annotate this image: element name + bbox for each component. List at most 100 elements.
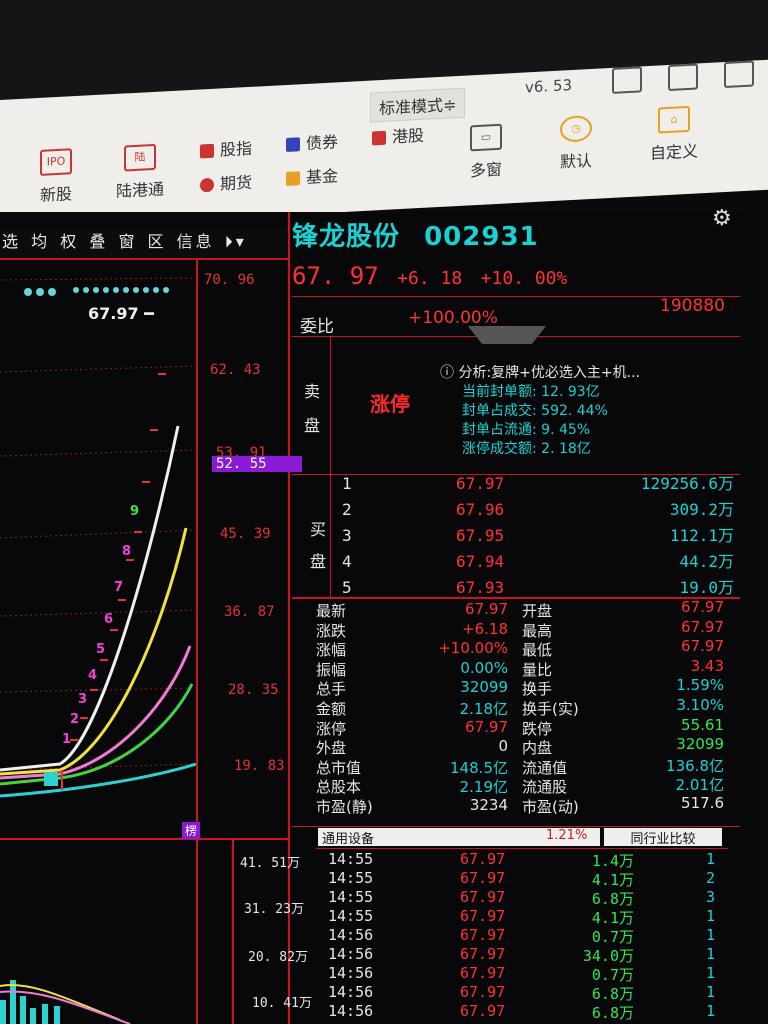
- stat-label: 金额: [316, 700, 347, 718]
- order-volume: 309.2万: [669, 500, 734, 519]
- tick-count: 1: [706, 983, 716, 1001]
- tick-count: 1: [706, 926, 716, 944]
- stock-name: 锋龙股份: [292, 222, 401, 252]
- stat-label: 量比: [522, 660, 553, 679]
- menu-window[interactable]: 窗: [118, 232, 137, 251]
- stat-label: 涨幅: [316, 641, 347, 660]
- candle: [44, 772, 58, 786]
- order-price: 67.97: [456, 474, 505, 493]
- menu-ma[interactable]: 均: [31, 232, 50, 251]
- weibi-label: 委比: [300, 317, 334, 337]
- tick-time: 14:55: [328, 888, 374, 906]
- funds-button[interactable]: 基金: [286, 162, 338, 189]
- stat-value: 136.8亿: [666, 756, 724, 775]
- tick-volume: 1.4万: [591, 852, 634, 870]
- price-axis-label: 19. 83: [234, 758, 285, 774]
- order-price: 67.95: [456, 526, 505, 545]
- price-change: +6. 18: [397, 268, 463, 289]
- menu-range[interactable]: 区: [148, 232, 167, 251]
- window-restore-icon[interactable]: [612, 66, 642, 94]
- seq-number: 5: [96, 642, 106, 657]
- multi-window-button[interactable]: ▭ 多窗: [470, 123, 502, 182]
- peer-compare-button[interactable]: 同行业比较: [604, 828, 722, 847]
- stat-label: 最低: [522, 641, 553, 660]
- bond-icon: [286, 137, 300, 153]
- seq-number: 9: [130, 504, 140, 519]
- price-label: 67.97 ━: [88, 304, 154, 323]
- gear-icon[interactable]: ⚙: [712, 206, 732, 231]
- stat-label: 市盈(静): [316, 798, 373, 816]
- stat-label: 总市值: [316, 758, 362, 777]
- seq-number: 4: [88, 668, 98, 683]
- index-futures-button[interactable]: 股指: [200, 135, 252, 162]
- custom-view-button[interactable]: ⌂ 自定义: [650, 105, 698, 164]
- multi-window-icon: ▭: [470, 123, 502, 152]
- stat-value: 3.10%: [676, 696, 724, 714]
- tick-count: 1: [706, 945, 716, 963]
- order-level: 2: [342, 500, 352, 519]
- menu-select[interactable]: 选: [2, 232, 21, 251]
- tick-count: 1: [706, 964, 716, 982]
- stat-label: 涨停: [316, 719, 347, 738]
- stat-value: +10.00%: [438, 639, 508, 658]
- industry-bar[interactable]: 通用设备 1.21%: [318, 828, 600, 847]
- connect-button[interactable]: 陆 陆港通: [116, 143, 164, 202]
- volume-axis-label: 10. 41万: [252, 996, 312, 1011]
- tick-time: 14:56: [328, 983, 374, 1001]
- tick-volume: 6.8万: [591, 1004, 634, 1022]
- sell-label: 盘: [304, 416, 321, 435]
- info-icon: ⓘ: [440, 365, 459, 381]
- hk-stocks-button[interactable]: 港股: [372, 122, 424, 149]
- stat-value: 0: [498, 737, 508, 756]
- chart-menu: 选 均 权 叠 窗 区 信息 ⏵▾: [0, 228, 290, 260]
- divider: [292, 826, 742, 827]
- stock-code: 002931: [424, 222, 539, 252]
- switch-icon[interactable]: [724, 60, 754, 89]
- tick-count: 1: [706, 850, 716, 868]
- order-level: 3: [342, 526, 352, 545]
- tick-volume: 4.1万: [591, 871, 634, 889]
- price-axis-label: 62. 43: [210, 362, 261, 378]
- chart-icon: [200, 143, 214, 159]
- play-icon[interactable]: ⏵▾: [225, 232, 247, 251]
- price-axis-label: 45. 39: [220, 526, 271, 542]
- order-level: 4: [342, 552, 352, 571]
- futures-icon: [200, 177, 214, 193]
- tick-price: 67.97: [460, 964, 506, 982]
- menu-overlay[interactable]: 叠: [89, 232, 108, 251]
- default-view-button[interactable]: ◷ 默认: [560, 114, 592, 173]
- tick-time: 14:56: [328, 926, 374, 944]
- price-axis-label: 70. 96: [204, 272, 255, 288]
- tick-price: 67.97: [460, 945, 506, 963]
- order-volume: 44.2万: [679, 552, 734, 571]
- mode-selector[interactable]: 标准模式≑: [370, 87, 466, 123]
- futures-button[interactable]: 期货: [200, 169, 252, 196]
- tick-time: 14:55: [328, 850, 374, 868]
- tick-price: 67.97: [460, 926, 506, 944]
- stat-label: 换手: [522, 680, 553, 699]
- menu-rights[interactable]: 权: [60, 232, 79, 251]
- buy-label: 买: [310, 520, 327, 539]
- menu-info[interactable]: 信息: [177, 232, 215, 251]
- tick-volume: 0.7万: [591, 966, 634, 984]
- stat-value: 148.5亿: [450, 758, 508, 777]
- stat-value: 32099: [676, 735, 724, 754]
- seq-number: 3: [78, 692, 88, 707]
- tick-volume: 6.8万: [591, 985, 634, 1003]
- price-axis-label: 36. 87: [224, 604, 275, 620]
- sell-label: 卖: [304, 382, 321, 401]
- last-price: 67. 97: [292, 262, 379, 290]
- stat-value: 67.97: [465, 600, 508, 618]
- connect-label: 陆港通: [116, 179, 165, 201]
- clock-icon: ◷: [560, 114, 592, 143]
- price-change-pct: +10. 00%: [480, 268, 568, 289]
- ipo-button[interactable]: IPO 新股: [40, 148, 72, 206]
- document-icon[interactable]: [668, 63, 698, 91]
- stat-label: 总手: [316, 680, 347, 699]
- stat-label: 市盈(动): [522, 798, 579, 816]
- ma-line-white: [0, 425, 180, 772]
- bonds-button[interactable]: 债券: [286, 128, 338, 155]
- stat-label: 涨跌: [316, 621, 347, 640]
- price-axis-label: 28. 35: [228, 682, 279, 698]
- stat-value: 1.59%: [676, 676, 724, 695]
